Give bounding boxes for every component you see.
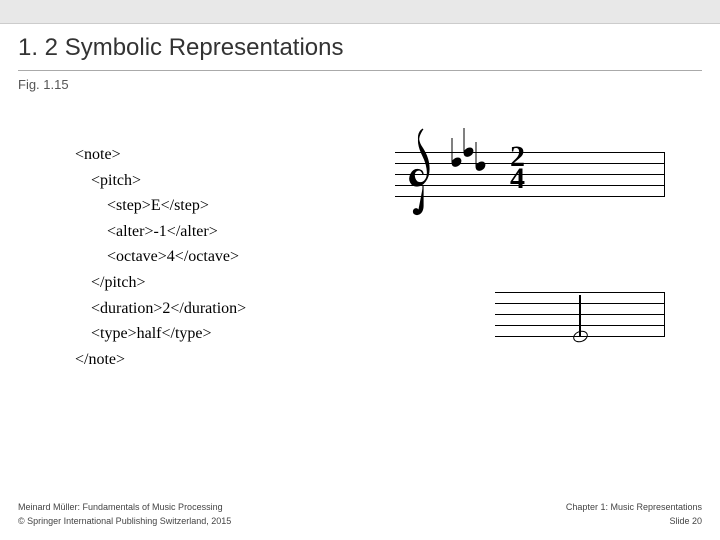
xml-line: <type>half</type> <box>75 325 212 342</box>
header: 1. 2 Symbolic Representations <box>0 24 720 66</box>
half-note-icon <box>573 331 588 342</box>
barline <box>664 152 666 196</box>
barline <box>664 292 666 336</box>
figure-label: Fig. 1.15 <box>0 73 720 92</box>
xml-line: <pitch> <box>75 172 141 189</box>
top-bar <box>0 0 720 24</box>
footer-copyright: © Springer International Publishing Swit… <box>18 516 231 526</box>
xml-line: <step>E</step> <box>75 197 209 214</box>
staff-with-clef: 2 4 <box>395 132 665 222</box>
time-signature: 2 4 <box>510 146 525 190</box>
flat-icon <box>474 142 488 172</box>
treble-clef-icon <box>403 124 443 224</box>
xml-line: <octave>4</octave> <box>75 248 239 265</box>
music-notation: 2 4 <box>395 132 675 222</box>
page-title: 1. 2 Symbolic Representations <box>18 34 702 62</box>
xml-line: </pitch> <box>75 274 145 291</box>
staff-with-note <box>495 292 665 372</box>
time-sig-den: 4 <box>510 168 525 190</box>
content-area: <note> <pitch> <step>E</step> <alter>-1<… <box>0 92 720 462</box>
xml-line: <duration>2</duration> <box>75 300 246 317</box>
footer-chapter: Chapter 1: Music Representations <box>566 502 702 512</box>
xml-line: <note> <box>75 146 121 163</box>
footer: Meinard Müller: Fundamentals of Music Pr… <box>0 500 720 540</box>
xml-line: </note> <box>75 351 125 368</box>
xml-line: <alter>-1</alter> <box>75 223 218 240</box>
footer-slide: Slide 20 <box>669 516 702 526</box>
title-divider <box>18 70 702 71</box>
footer-author: Meinard Müller: Fundamentals of Music Pr… <box>18 502 223 512</box>
